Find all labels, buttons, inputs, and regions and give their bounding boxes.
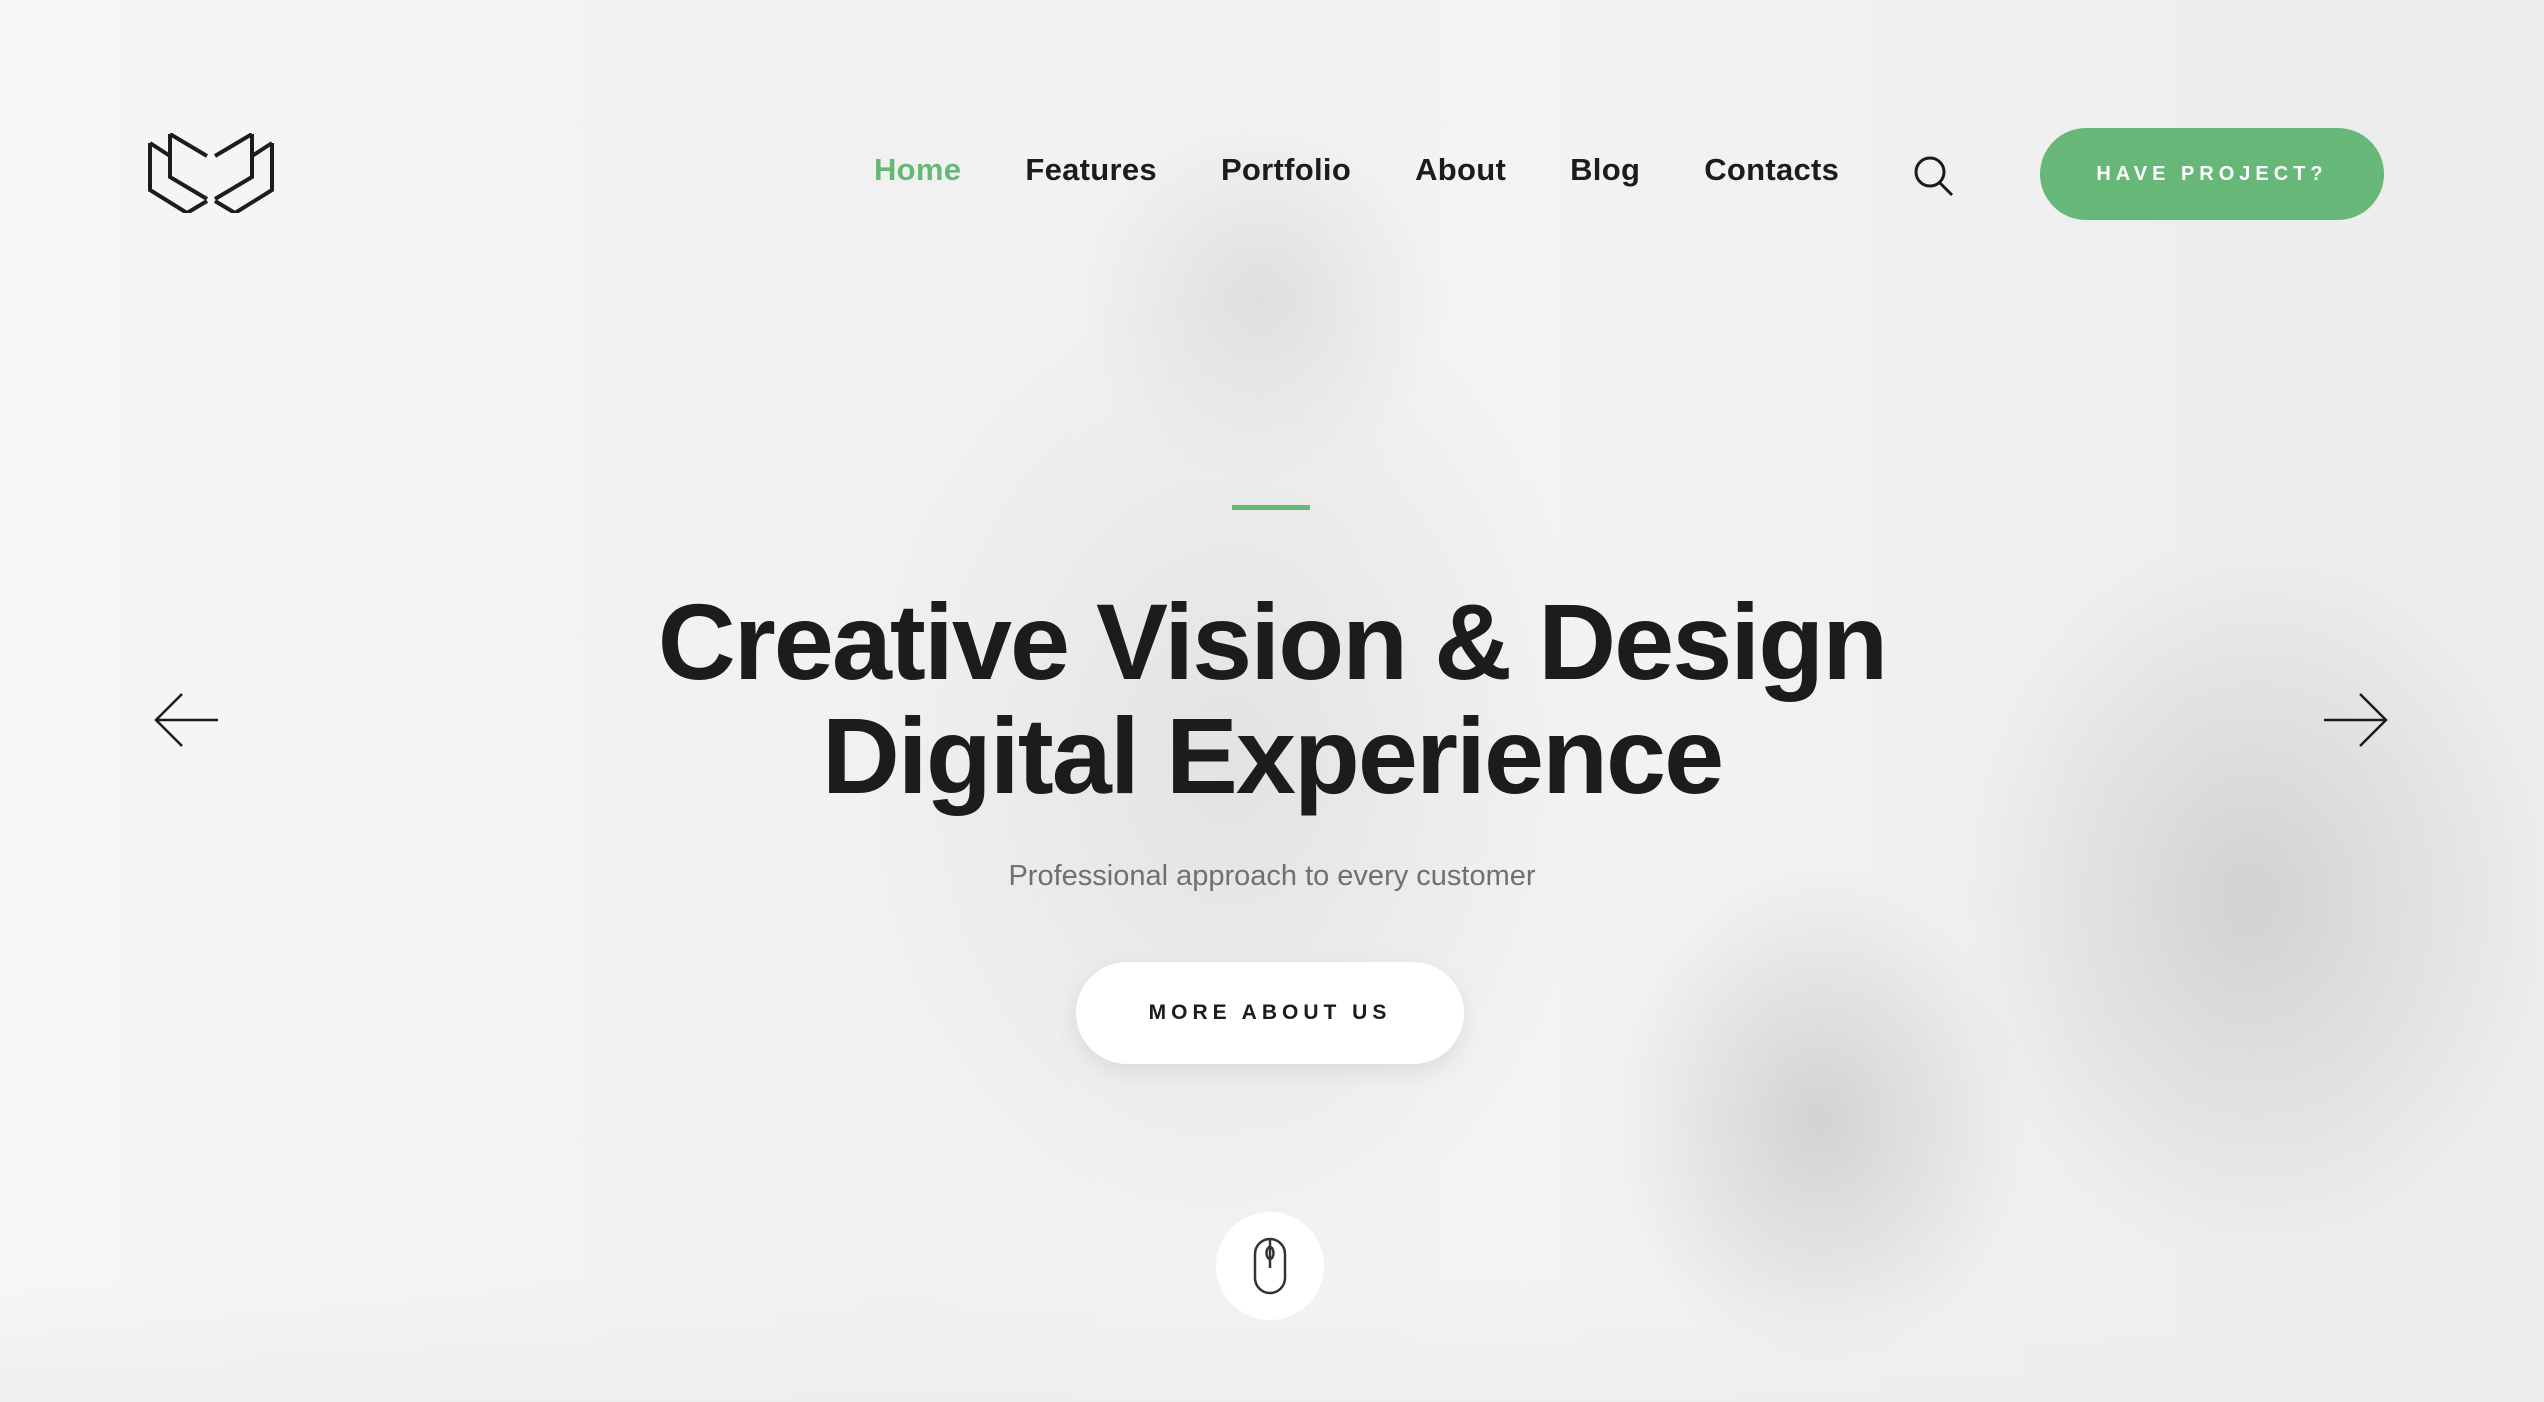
arrow-left-icon [154, 693, 218, 747]
nav-item-features[interactable]: Features [1025, 152, 1157, 188]
search-icon [1914, 156, 1954, 197]
hero-title-line-2: Digital Experience [821, 695, 1724, 816]
search-button[interactable] [1913, 155, 1955, 197]
hero-subtitle: Professional approach to every customer [1008, 860, 1536, 892]
nav-item-blog[interactable]: Blog [1570, 152, 1640, 188]
nav-item-contacts[interactable]: Contacts [1704, 152, 1839, 188]
arrow-right-icon [2324, 693, 2388, 747]
main-nav: Home Features Portfolio About Blog Conta… [874, 152, 1903, 188]
slider-prev-button[interactable] [152, 690, 222, 750]
scroll-down-button[interactable] [1216, 1212, 1324, 1320]
hero-title: Creative Vision & Design Digital Experie… [0, 585, 2544, 813]
more-about-us-button[interactable]: MORE ABOUT US [1076, 962, 1464, 1064]
title-accent-line [1232, 505, 1310, 510]
nav-item-home[interactable]: Home [874, 152, 961, 188]
book-logo-icon [148, 132, 274, 216]
slider-next-button[interactable] [2320, 690, 2390, 750]
site-logo[interactable] [148, 132, 274, 216]
nav-item-about[interactable]: About [1415, 152, 1506, 188]
hero-title-line-1: Creative Vision & Design [657, 581, 1888, 702]
nav-item-portfolio[interactable]: Portfolio [1221, 152, 1351, 188]
have-project-button[interactable]: HAVE PROJECT? [2040, 128, 2384, 220]
mouse-scroll-icon [1253, 1237, 1287, 1295]
